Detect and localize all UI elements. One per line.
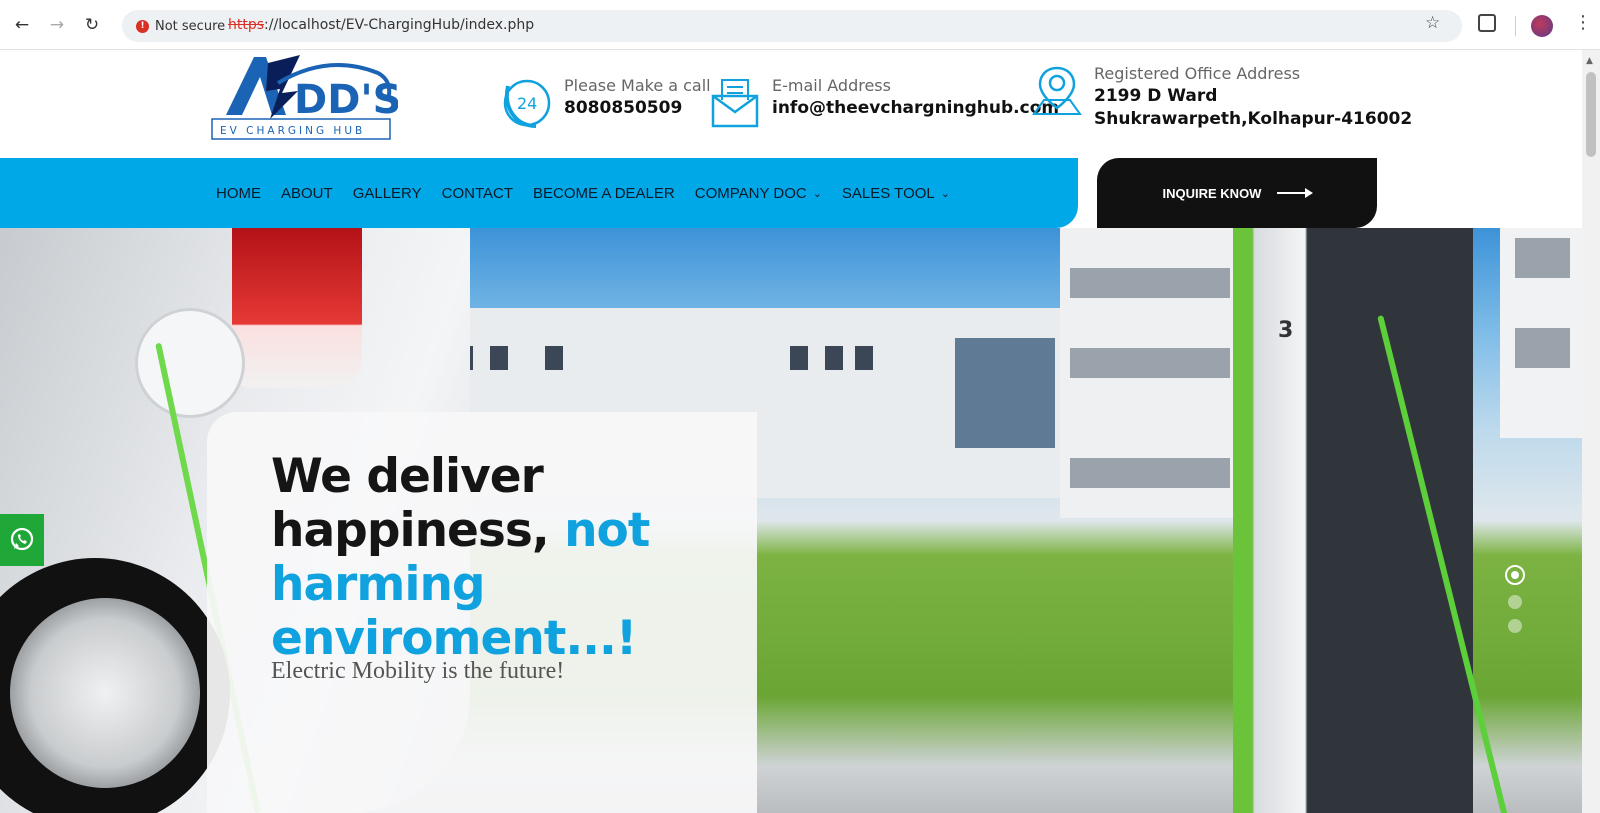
contact-address: Registered Office Address 2199 D Ward Sh… [1030,64,1412,129]
car-taillight [232,228,362,388]
phone-label: Please Make a call [564,76,711,95]
charger-number: 3 [1278,318,1294,343]
nav-become-dealer[interactable]: BECOME A DEALER [533,185,675,202]
url-protocol: https [228,17,265,33]
hero-headline: We deliver happiness, not harming enviro… [271,450,751,666]
building-window [545,346,563,370]
address-line-2: Shukrawarpeth,Kolhapur-416002 [1094,109,1413,129]
glass-facade [955,338,1055,448]
inquire-button[interactable]: INQUIRE KNOW [1097,158,1377,228]
forward-arrow-icon[interactable]: → [45,13,69,37]
nav-sales-tool-label: SALES TOOL [841,184,935,202]
nav-gallery[interactable]: GALLERY [353,185,422,202]
inquire-button-label: INQUIRE KNOW [1162,185,1262,201]
whatsapp-icon [10,527,34,551]
nav-about[interactable]: ABOUT [281,185,333,202]
toolbar-divider [1515,16,1516,36]
chevron-down-icon: ⌄ [940,187,950,200]
security-chip[interactable]: ! Not secure [130,14,231,38]
car-rim [10,598,200,788]
address-bar[interactable]: ! Not secure https://localhost/EV-Chargi… [122,10,1462,42]
svg-text:DD'S: DD'S [294,77,398,123]
building-blinds [1070,458,1230,488]
nav-contact-label: CONTACT [441,184,514,202]
building-window [790,346,808,370]
phone-24-icon: 24 [503,79,551,128]
building-blinds [1515,328,1570,368]
nav-gallery-label: GALLERY [352,184,422,202]
nav-sales-tool[interactable]: SALES TOOL ⌄ [842,185,950,202]
charging-station [1233,228,1473,813]
web-page: DD'S EV CHARGING HUB 24 Please Make a ca… [0,50,1600,813]
page-scrollbar[interactable]: ▲ [1582,50,1600,813]
hero-slider: 3 We deliver happiness, not harming envi… [0,228,1582,813]
svg-text:EV CHARGING HUB: EV CHARGING HUB [220,125,365,137]
menu-kebab-icon[interactable]: ⋮ [1574,12,1592,33]
reload-icon[interactable]: ↻ [80,13,104,37]
slider-dot-1[interactable] [1505,565,1525,585]
nav-company-doc-label: COMPANY DOC [694,184,807,202]
building-blinds [1070,268,1230,298]
building-blinds [1515,238,1570,278]
nav-become-dealer-label: BECOME A DEALER [533,184,675,202]
url-text[interactable]: https://localhost/EV-ChargingHub/index.p… [228,17,534,33]
email-label: E-mail Address [772,76,891,95]
contact-email[interactable]: E-mail Address info@theevchargninghub.co… [708,76,1059,130]
nav-home[interactable]: HOME [216,185,261,202]
scroll-thumb[interactable] [1586,72,1596,157]
back-arrow-icon[interactable]: ← [10,13,34,37]
nav-list: HOME ABOUT GALLERY CONTACT BECOME A DEAL… [216,158,950,228]
map-pin-icon [1032,66,1082,115]
address-label: Registered Office Address [1094,64,1301,83]
building-window [825,346,843,370]
nav-contact[interactable]: CONTACT [442,185,513,202]
building-blinds [1070,348,1230,378]
charging-port [135,308,245,418]
slider-dot-2[interactable] [1508,595,1522,609]
building-window [855,346,873,370]
slider-dot-3[interactable] [1508,619,1522,633]
browser-toolbar: ← → ↻ ! Not secure https://localhost/EV-… [0,0,1600,50]
slider-pagination [1505,565,1525,633]
extensions-icon[interactable] [1478,14,1496,32]
security-label: Not secure [155,18,226,34]
headline-dark-part: We deliver happiness, [271,449,565,558]
scroll-up-arrow-icon[interactable]: ▲ [1586,56,1593,66]
url-rest: ://localhost/EV-ChargingHub/index.php [264,17,535,33]
arrow-right-icon [1277,188,1314,198]
bookmark-star-icon[interactable]: ☆ [1425,13,1440,33]
chevron-down-icon: ⌄ [812,187,822,200]
profile-avatar[interactable] [1531,15,1553,37]
building-window [490,346,508,370]
contact-phone[interactable]: 24 Please Make a call 8080850509 [500,76,711,130]
address-line-1: 2199 D Ward [1094,86,1218,106]
svg-text:24: 24 [517,94,537,113]
nav-about-label: ABOUT [281,184,333,202]
email-address[interactable]: info@theevchargninghub.com [772,98,1059,118]
site-logo[interactable]: DD'S EV CHARGING HUB [208,53,398,145]
hero-subline: Electric Mobility is the future! [271,658,565,684]
phone-number[interactable]: 8080850509 [564,98,711,118]
warning-icon: ! [136,19,149,33]
mail-icon [711,79,759,128]
nav-company-doc[interactable]: COMPANY DOC ⌄ [695,185,822,202]
nav-home-label: HOME [216,184,261,202]
whatsapp-button[interactable] [0,514,44,566]
main-navbar: HOME ABOUT GALLERY CONTACT BECOME A DEAL… [0,158,1078,228]
